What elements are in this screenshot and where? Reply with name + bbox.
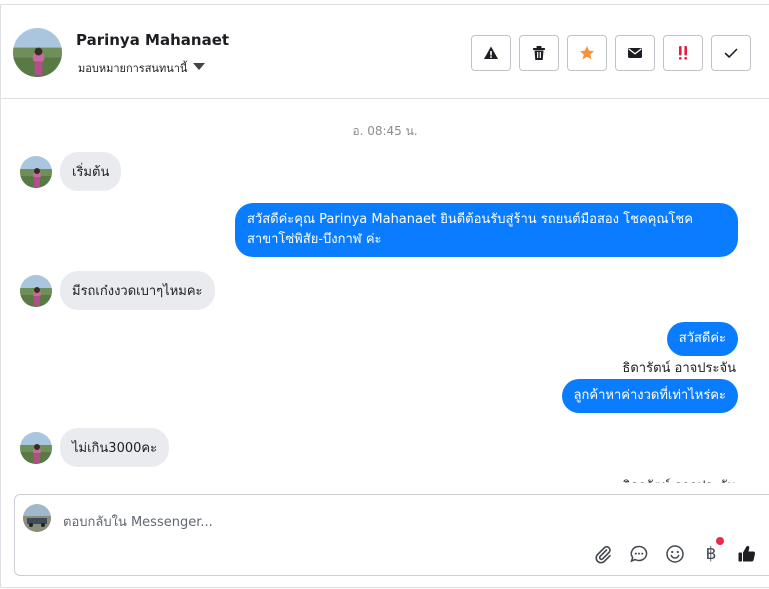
attach-button[interactable]	[592, 543, 614, 565]
contact-avatar[interactable]	[13, 28, 62, 77]
thumbs-up-icon	[738, 545, 756, 562]
exclamation-icon	[679, 46, 687, 60]
trash-icon	[533, 46, 545, 60]
contact-name[interactable]: Parinya Mahanaet	[76, 31, 229, 49]
reply-input[interactable]: ตอบกลับใน Messenger...	[63, 511, 213, 532]
star-button[interactable]	[567, 35, 607, 71]
message-outgoing: สวัสดีค่ะ	[666, 322, 738, 356]
contact-avatar-small	[20, 431, 52, 464]
message-bubble[interactable]: สวัสดีค่ะคุณ Parinya Mahanaet ยินดีต้อนร…	[235, 203, 738, 257]
saved-replies-button[interactable]	[628, 543, 650, 565]
message-bubble[interactable]: เริ่มต้น	[60, 152, 122, 191]
chat-bubble-icon	[630, 545, 648, 563]
warning-icon	[484, 46, 498, 59]
delete-button[interactable]	[519, 35, 559, 71]
inbox-conversation-panel: Parinya Mahanaet มอบหมายการสนทนานี้ อ. 0…	[0, 4, 769, 588]
send-like-button[interactable]	[736, 543, 758, 565]
message-incoming: ไม่เกิน3000คะ	[20, 428, 170, 467]
message-incoming: เริ่มต้น	[20, 152, 122, 191]
message-bubble[interactable]: มีรถเก๋งงวดเบาๆไหมคะ	[60, 271, 215, 310]
reply-composer[interactable]: ตอบกลับใน Messenger... ฿	[14, 494, 769, 576]
payment-button[interactable]: ฿	[700, 537, 724, 565]
sender-name: ธิดารัตน์ อาจประจัน	[622, 475, 736, 483]
mark-spam-button[interactable]	[471, 35, 511, 71]
message-incoming: มีรถเก๋งงวดเบาๆไหมคะ	[20, 271, 215, 310]
notification-dot	[716, 537, 724, 545]
action-toolbar	[471, 35, 751, 71]
baht-icon: ฿	[705, 544, 717, 564]
assign-label: มอบหมายการสนทนานี้	[78, 62, 188, 75]
message-bubble[interactable]: สวัสดีค่ะ	[666, 322, 738, 356]
assign-conversation-dropdown[interactable]: มอบหมายการสนทนานี้	[78, 59, 206, 77]
page-avatar	[23, 504, 51, 532]
emoji-button[interactable]	[664, 543, 686, 565]
follow-up-button[interactable]	[663, 35, 703, 71]
message-outgoing: สวัสดีค่ะคุณ Parinya Mahanaet ยินดีต้อนร…	[235, 203, 738, 257]
message-bubble[interactable]: ลูกค้าหาค่างวดที่เท่าไหร่คะ	[561, 379, 738, 413]
message-thread[interactable]: อ. 08:45 น. เริ่มต้น สวัสดีค่ะคุณ Pariny…	[1, 100, 769, 483]
message-outgoing: ลูกค้าหาค่างวดที่เท่าไหร่คะ	[561, 379, 738, 413]
mail-icon	[628, 48, 642, 58]
composer-toolbar: ฿	[592, 537, 758, 565]
mark-done-button[interactable]	[711, 35, 751, 71]
conversation-header: Parinya Mahanaet มอบหมายการสนทนานี้	[1, 5, 769, 99]
sender-name: ธิดารัตน์ อาจประจัน	[622, 361, 736, 376]
mark-unread-button[interactable]	[615, 35, 655, 71]
contact-avatar-small	[20, 274, 52, 307]
paperclip-icon	[595, 546, 611, 564]
message-bubble[interactable]: ไม่เกิน3000คะ	[60, 428, 170, 467]
message-timestamp: อ. 08:45 น.	[352, 124, 418, 138]
caret-down-icon	[193, 62, 206, 70]
star-icon	[580, 46, 594, 60]
check-icon	[724, 48, 738, 58]
smiley-icon	[666, 545, 684, 563]
contact-avatar-small	[20, 155, 52, 188]
